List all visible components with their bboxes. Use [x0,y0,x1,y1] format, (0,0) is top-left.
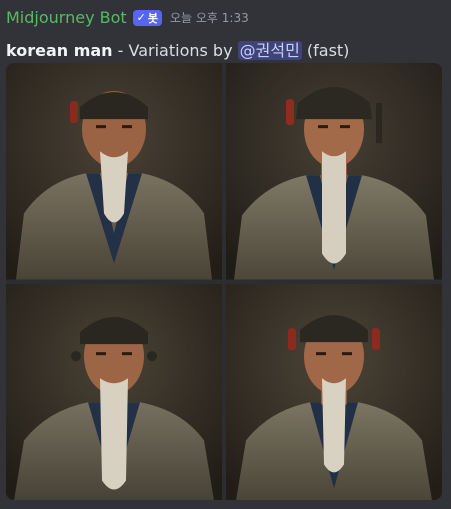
portrait-image [226,63,442,280]
variation-image-1[interactable] [6,63,222,280]
variation-image-2[interactable] [226,63,442,280]
image-grid[interactable] [6,63,442,500]
variation-image-4[interactable] [226,283,442,500]
bot-badge: ✓ 봇 [132,9,162,26]
check-icon: ✓ [136,11,146,24]
user-mention[interactable]: @권석민 [237,41,302,60]
speed-text: (fast) [301,41,350,60]
message-header: Midjourney Bot ✓ 봇 오늘 오후 1:33 [6,8,249,27]
bot-badge-label: 봇 [147,11,158,25]
portrait-image [6,283,222,500]
portrait-image [226,283,442,500]
timestamp[interactable]: 오늘 오후 1:33 [170,9,249,26]
message-content: korean man - Variations by @권석민 (fast) [6,37,349,61]
portrait-image [6,63,222,280]
prompt-text: korean man [6,41,113,60]
author-name[interactable]: Midjourney Bot [6,8,127,27]
variation-text: - Variations by [112,41,238,60]
variation-image-3[interactable] [6,283,222,500]
